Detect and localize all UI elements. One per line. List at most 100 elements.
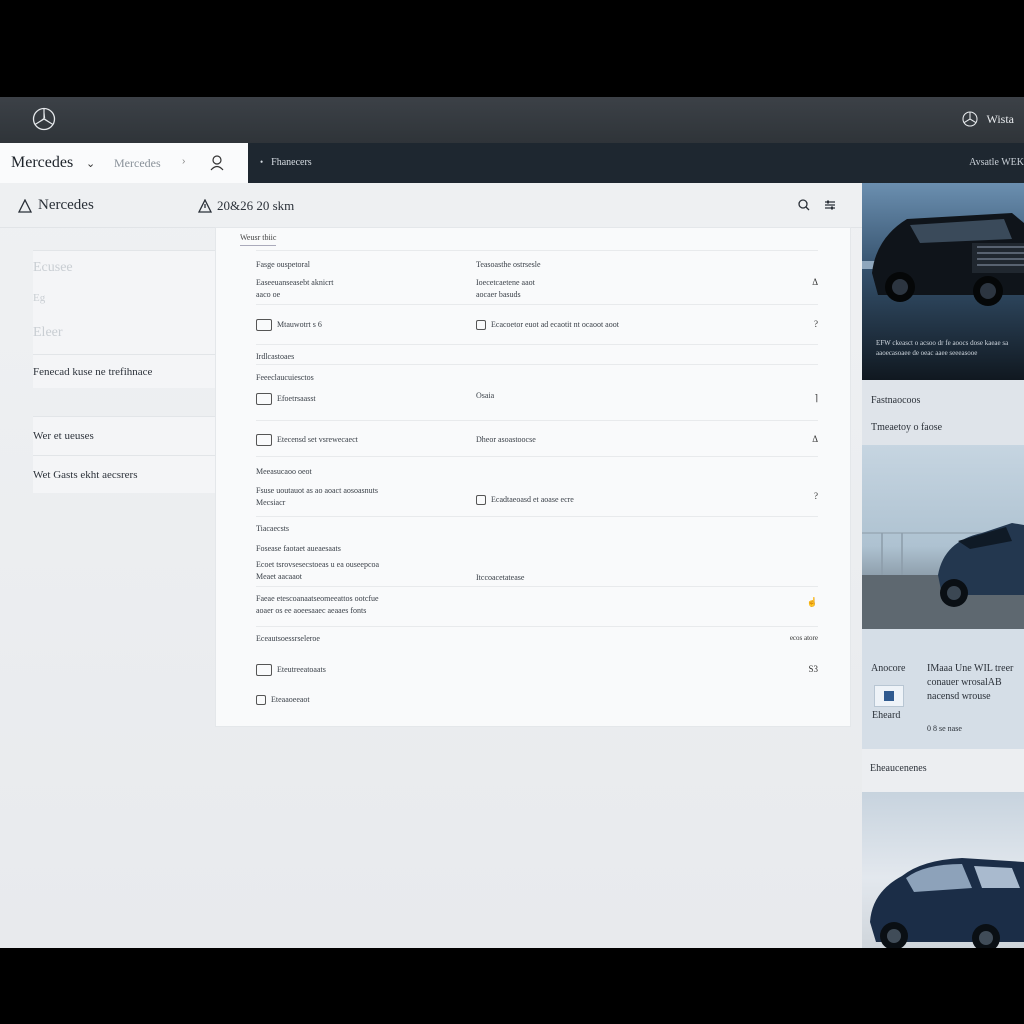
topbar-user[interactable]: Wista [962,111,1014,127]
right-subheading: Tmeaetoy o faose [871,422,943,433]
right-column: EFW ckeasct o acsoo dr fe aoocs dose kae… [862,183,1024,948]
promo-text: IMaaa Une WIL treer conauer wrosalAB nac… [927,663,1014,702]
coupe-illustration [862,523,1024,629]
detail-row[interactable]: Faeae etescoanaatseomeeattos ootcfue aoa… [256,586,818,626]
nav-brand-dropdown[interactable]: Mercedes [11,154,73,172]
row-value: Ecadtaeoasd et aoase ecre [491,495,574,504]
detail-row[interactable]: Eteutreeatoaats S3 [256,658,818,688]
page-meta: 20&26 20 skm [198,198,294,214]
search-icon[interactable] [798,199,810,211]
row-action-icon[interactable]: ? [814,319,818,330]
top-bar: Wista [0,97,1024,143]
car-image-sedan[interactable] [862,792,1024,948]
car-image-coupe[interactable] [862,445,1024,629]
row-action-icon[interactable]: ⌉ [814,393,818,404]
letterbox-top [0,0,1024,97]
nav-right-link[interactable]: Avsatle WEK [969,157,1024,168]
page-header-actions [798,199,836,211]
row-label: Fsuse uoutauot as ao aoact aosoasnuts [256,486,378,495]
user-icon[interactable] [209,154,225,172]
card-icon [256,319,272,332]
sidebar-item[interactable]: Fenecad kuse ne trefihnace [33,355,215,388]
row-label: Etecensd set vsrewecaect [277,435,358,444]
chevron-right-icon[interactable]: › [182,156,185,167]
detail-row: Tiacaecsts Fosease faotaet aueaesaats Ec… [256,516,818,586]
main-page: Nercedes 20&26 20 skm Ecusee Eg Eleer Fe… [0,183,862,948]
nav-link-finances[interactable]: Fhanecers [260,157,312,168]
letterbox-bottom [0,948,1024,1024]
row-label: Mecsiacr [256,498,286,507]
page-brand[interactable]: Nercedes [18,197,94,214]
row-action-icon[interactable]: Δ [812,277,818,288]
chat-icon [476,495,486,506]
badge-icon [874,685,904,707]
sidebar-block: Wer et ueuses Wet Gasts ekht aecsrers [33,416,215,493]
warning-triangle-icon [18,198,32,213]
row-value: Itccoacetatease [476,573,525,582]
car-caption: EFW ckeasct o acsoo dr fe aoocs dose kae… [876,339,1009,357]
row-value: S3 [808,664,818,674]
row-label: Eteutreeatoaats [277,665,326,674]
hand-pointer-icon[interactable]: ☝ [807,597,818,608]
sidebar-faded-block: Ecusee Eg Eleer [33,250,215,354]
row-label: Ecoet tsrovsesecstoeas u ea ouseepcoa [256,560,380,569]
row-label: Mtauwotrt s 6 [277,320,322,329]
sidebar-item-faded[interactable]: Eleer [33,312,215,354]
row-label: Eceautsoessrseleroe [256,634,320,643]
promo-label: Eheard [872,710,901,721]
page-brand-label: Nercedes [38,197,94,213]
mercedes-star-logo-icon[interactable] [32,107,56,131]
details-panel: Weusr tbiic Fasge ouspetoral Easeeuansea… [216,228,850,726]
car-icon [256,695,266,706]
row-value: Osaia [476,391,495,400]
detail-row[interactable]: Mtauwotrt s 6 Ecacoetor euot ad ecaotit … [256,304,818,344]
row-value: Teasoasthe ostrsesle [476,260,541,269]
sidebar-item[interactable]: Wet Gasts ekht aecsrers [33,455,215,493]
detail-row: Eceautsoessrseleroe ecos atore [256,626,818,658]
row-value: aocaer basuds [476,290,521,299]
row-label: aaco oe [256,290,281,299]
row-label: Fasge ouspetoral [256,260,310,269]
row-label: Irdlcastoaes [256,352,295,361]
document-icon [256,393,272,406]
promo-label: Anocore [871,663,906,674]
row-meta: ecos atore [789,634,818,642]
row-label: Easeeuanseasebt aknicrt [256,278,334,287]
detail-row: Irdlcastoaes [256,344,818,364]
row-label: Eteaaoeeaot [271,695,310,704]
panel-title: Weusr tbiic [240,233,277,246]
mercedes-star-icon [962,111,979,127]
row-label: Meeasucaoo oeot [256,467,312,476]
detail-row[interactable]: Etecensd set vsrewecaect Dheor asoastooc… [256,420,818,456]
detail-row[interactable]: Fasge ouspetoral Easeeuanseasebt aknicrt… [256,250,818,304]
nav-brand-area: Mercedes ⌄ Mercedes › [0,143,248,183]
sidebar-item-faded[interactable]: Eg [33,284,215,312]
row-value: Ecacoetor euot ad ecaotit nt ocaoot aoot [491,320,619,329]
row-action-icon[interactable]: ? [814,491,818,502]
topbar-user-label: Wista [986,111,1014,126]
alert-icon [198,199,212,213]
detail-row[interactable]: Feeeclaucuiesctos Efoetrsaasst Osaia ⌉ [256,364,818,420]
sidebar-item-faded[interactable]: Ecusee [33,251,215,284]
calendar-icon [256,434,272,447]
settings-sliders-icon[interactable] [824,199,836,211]
detail-row[interactable]: Meeasucaoo oeot Fsuse uoutauot as ao aoa… [256,456,818,516]
sidebar-block: Fenecad kuse ne trefihnace [33,354,215,388]
sidebar-item[interactable]: Wer et ueuses [33,417,215,455]
right-heading: Eheaucenenes [870,763,927,774]
promo-card[interactable]: Anocore Eheard IMaaa Une WIL treer conau… [862,629,1024,749]
row-action-icon[interactable]: Δ [812,434,818,445]
nav-sub-dropdown[interactable]: Mercedes [114,156,161,171]
sidebar: Ecusee Eg Eleer Fenecad kuse ne trefihna… [33,250,215,493]
row-value: Dheor asoastoocse [476,435,536,444]
car-image-suv[interactable]: EFW ckeasct o acsoo dr fe aoocs dose kae… [862,183,1024,380]
shield-icon [476,320,486,331]
sedan-illustration [870,858,1024,948]
chevron-down-icon[interactable]: ⌄ [86,157,95,170]
nav-bar: Mercedes ⌄ Mercedes › Fhanecers Avsatle … [0,143,1024,183]
row-label: Fosease faotaet aueaesaats [256,544,341,553]
image-icon [256,664,272,677]
detail-row[interactable]: Eteaaoeeaot [256,688,818,718]
row-label: Meaet aacaaot [256,572,302,581]
